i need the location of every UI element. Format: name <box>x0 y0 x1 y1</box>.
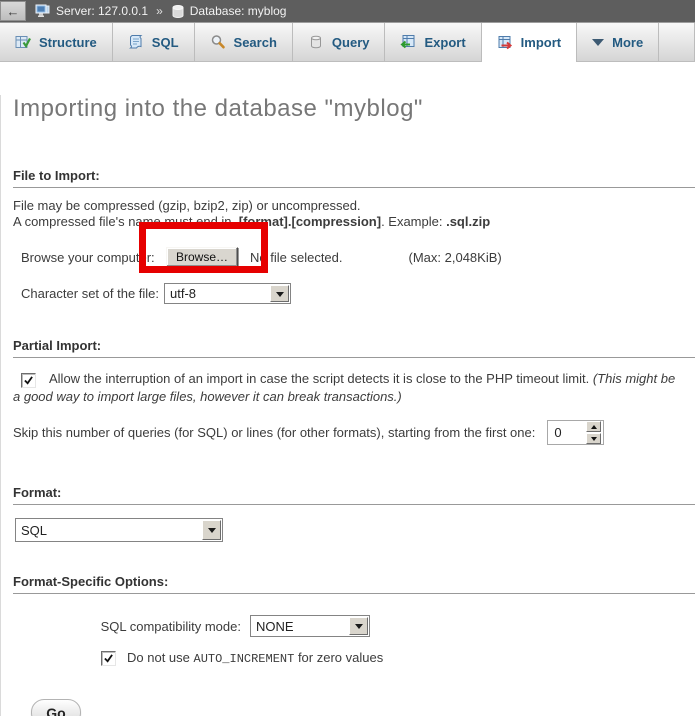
tab-label: Export <box>424 35 465 50</box>
breadcrumb: Server: 127.0.0.1 » Database: myblog <box>35 3 286 19</box>
tab-import[interactable]: Import <box>482 23 577 62</box>
auto-increment-code: AUTO_INCREMENT <box>194 652 295 666</box>
browse-label: Browse your computer: <box>21 250 166 265</box>
auto-increment-prefix: Do not use <box>127 650 194 665</box>
tab-export[interactable]: Export <box>385 23 481 61</box>
sql-icon <box>128 34 144 50</box>
allow-interruption-option: Allow the interruption of an import in c… <box>13 370 683 405</box>
tab-label: More <box>612 35 643 50</box>
back-arrow-icon: ← <box>7 5 20 18</box>
tab-query[interactable]: Query <box>293 23 386 61</box>
allow-interruption-text: Allow the interruption of an import in c… <box>49 371 593 386</box>
skip-queries-row: Skip this number of queries (for SQL) or… <box>13 419 683 446</box>
section-format-specific-options: Format-Specific Options: SQL compatibili… <box>13 574 683 666</box>
section-file-to-import: File to Import: File may be compressed (… <box>13 168 683 304</box>
sql-compatibility-label: SQL compatibility mode: <box>13 619 241 634</box>
sql-compatibility-select[interactable]: NONE <box>250 615 370 637</box>
skip-queries-input[interactable]: 0 <box>547 420 604 445</box>
name-rule-example: .sql.zip <box>446 214 490 229</box>
name-rule-pattern: .[format].[compression] <box>235 214 381 229</box>
skip-queries-value: 0 <box>550 425 586 440</box>
spin-down-icon[interactable] <box>586 433 601 444</box>
section-partial-import: Partial Import: Allow the interruption o… <box>13 338 683 446</box>
charset-selected-value: utf-8 <box>165 284 269 303</box>
tab-label: Import <box>521 35 561 50</box>
go-button[interactable]: Go <box>31 699 81 716</box>
back-button[interactable]: ← <box>0 1 26 21</box>
format-selected-value: SQL <box>16 519 201 541</box>
tab-search[interactable]: Search <box>195 23 293 61</box>
breadcrumb-server-label[interactable]: Server: 127.0.0.1 <box>56 4 148 18</box>
spin-up-icon[interactable] <box>586 421 601 432</box>
tab-label: Search <box>234 35 277 50</box>
search-icon <box>210 34 226 50</box>
browse-button[interactable]: Browse… <box>166 247 238 267</box>
main-content: Importing into the database "myblog" Fil… <box>0 95 695 716</box>
database-icon <box>171 4 185 19</box>
chevron-down-icon[interactable] <box>270 285 289 302</box>
skip-queries-label: Skip this number of queries (for SQL) or… <box>13 425 535 440</box>
chevron-down-icon[interactable] <box>202 520 221 540</box>
browse-row: Browse your computer: Browse… No file se… <box>13 246 683 268</box>
tab-bar-filler <box>659 23 695 61</box>
tab-label: SQL <box>152 35 179 50</box>
max-upload-size: (Max: 2,048KiB) <box>409 250 502 265</box>
section-legend: Format-Specific Options: <box>13 574 695 594</box>
compression-line: File may be compressed (gzip, bzip2, zip… <box>13 198 361 213</box>
phpmyadmin-import-page: ← Server: 127.0.0.1 » Database: <box>0 0 695 716</box>
tab-bar: Structure SQL Search <box>0 22 695 62</box>
chevron-down-icon <box>592 39 604 52</box>
import-icon <box>497 35 513 51</box>
section-legend: Format: <box>13 485 695 505</box>
auto-increment-text: Do not use AUTO_INCREMENT for zero value… <box>127 650 383 666</box>
server-icon <box>35 3 51 19</box>
breadcrumb-database-label[interactable]: Database: myblog <box>190 4 287 18</box>
sql-compatibility-row: SQL compatibility mode: NONE <box>13 615 683 637</box>
sql-compatibility-value: NONE <box>251 616 348 636</box>
breadcrumb-separator: » <box>156 4 163 18</box>
no-file-selected-text: No file selected. <box>250 250 343 265</box>
check-icon <box>24 376 33 385</box>
charset-row: Character set of the file: utf-8 <box>13 283 683 304</box>
query-icon <box>308 34 324 50</box>
check-icon <box>104 654 113 663</box>
tab-label: Structure <box>39 35 97 50</box>
spinner <box>586 421 601 444</box>
auto-increment-row: Do not use AUTO_INCREMENT for zero value… <box>13 650 683 666</box>
allow-interruption-checkbox[interactable] <box>21 373 36 388</box>
tab-label: Query <box>332 35 370 50</box>
charset-select[interactable]: utf-8 <box>164 283 291 304</box>
auto-increment-suffix: for zero values <box>294 650 383 665</box>
name-rule-prefix: A compressed file's name must end in <box>13 214 235 229</box>
chevron-down-icon[interactable] <box>349 617 368 635</box>
page-title: Importing into the database "myblog" <box>13 95 683 123</box>
section-legend: Partial Import: <box>13 338 695 358</box>
section-legend: File to Import: <box>13 168 695 188</box>
compression-note: File may be compressed (gzip, bzip2, zip… <box>13 198 683 230</box>
tab-structure[interactable]: Structure <box>0 23 113 61</box>
name-rule-mid: . Example: <box>381 214 446 229</box>
tab-sql[interactable]: SQL <box>113 23 195 61</box>
breadcrumb-bar: ← Server: 127.0.0.1 » Database: <box>0 0 695 22</box>
charset-label: Character set of the file: <box>21 286 164 301</box>
format-select[interactable]: SQL <box>15 518 223 542</box>
tab-more[interactable]: More <box>577 23 659 61</box>
section-format: Format: SQL <box>13 485 683 542</box>
auto-increment-checkbox[interactable] <box>101 651 116 666</box>
export-icon <box>400 34 416 50</box>
structure-icon <box>15 34 31 50</box>
